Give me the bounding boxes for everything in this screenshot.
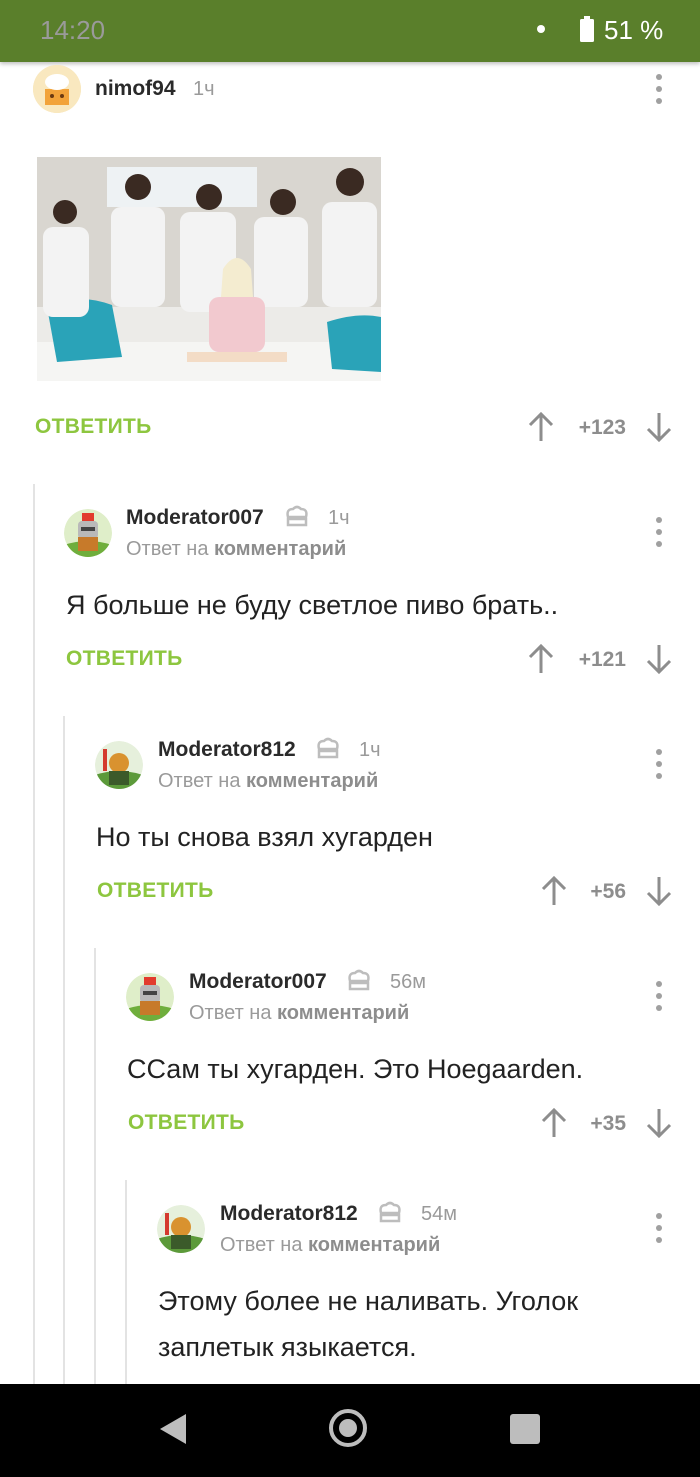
photo-image [37, 157, 381, 381]
downvote-arrow-icon[interactable] [646, 876, 672, 906]
chef-hat-icon [317, 737, 339, 759]
comment-text: Но ты снова взял хугарден [96, 822, 433, 852]
comment-score: +35 [590, 1112, 626, 1135]
reply-to-link[interactable]: комментарий [308, 1234, 440, 1256]
post-author[interactable]: nimof94 [95, 77, 176, 101]
navigation-bar [0, 1384, 700, 1477]
comment-author[interactable]: Moderator812 [220, 1202, 358, 1226]
reply-to-line: Ответ на комментарий [126, 538, 347, 560]
knight-avatar-icon [157, 1205, 205, 1253]
reply-to-link[interactable]: комментарий [246, 770, 378, 792]
chef-hat-icon [379, 1201, 401, 1223]
warrior-avatar-icon [64, 509, 112, 557]
more-options-icon[interactable] [656, 749, 662, 779]
reply-button[interactable]: ОТВЕТИТЬ [66, 647, 183, 671]
avatar[interactable] [126, 973, 174, 1021]
more-options-icon[interactable] [656, 517, 662, 547]
upvote-arrow-icon[interactable] [541, 876, 567, 906]
comment-score: +56 [590, 880, 626, 903]
avatar[interactable] [33, 65, 81, 113]
thread-line [33, 484, 35, 1384]
reply-to-line: Ответ на комментарий [158, 770, 379, 792]
reply-to-line: Ответ на комментарий [220, 1234, 441, 1256]
comment-time: 1ч [359, 739, 381, 761]
more-options-icon[interactable] [656, 1213, 662, 1243]
home-icon[interactable] [329, 1409, 367, 1447]
notification-dot-icon [537, 25, 545, 33]
downvote-arrow-icon[interactable] [646, 412, 672, 442]
comment-score: +121 [578, 648, 626, 671]
downvote-arrow-icon[interactable] [646, 644, 672, 674]
upvote-arrow-icon[interactable] [528, 412, 554, 442]
post-time: 1ч [193, 78, 215, 100]
post-image[interactable] [37, 157, 381, 381]
comment-author[interactable]: Moderator007 [126, 506, 264, 530]
status-time: 14:20 [40, 15, 106, 45]
avatar[interactable] [64, 509, 112, 557]
reply-to-link[interactable]: комментарий [214, 538, 346, 560]
more-options-icon[interactable] [656, 74, 662, 104]
battery-icon [580, 16, 594, 42]
comment-time: 56м [390, 971, 426, 993]
comment-text: ССам ты хугарден. Это Hoegaarden. [127, 1054, 584, 1084]
reply-button[interactable]: ОТВЕТИТЬ [128, 1111, 245, 1135]
comment-text: Я больше не буду светлое пиво брать.. [66, 590, 559, 620]
upvote-arrow-icon[interactable] [541, 1108, 567, 1138]
status-bar: 14:20 51 % [0, 0, 700, 62]
chef-avatar-icon [33, 65, 81, 113]
thread-line [63, 716, 65, 1384]
upvote-arrow-icon[interactable] [528, 644, 554, 674]
chef-hat-icon [286, 505, 308, 527]
recent-apps-icon[interactable] [510, 1414, 540, 1444]
chef-hat-icon [348, 969, 370, 991]
post-score: +123 [578, 416, 626, 439]
comment-author[interactable]: Moderator007 [189, 970, 327, 994]
back-icon[interactable] [158, 1412, 188, 1446]
comment-time: 1ч [328, 507, 350, 529]
battery-percent: 51 % [604, 15, 664, 45]
avatar[interactable] [157, 1205, 205, 1253]
warrior-avatar-icon [126, 973, 174, 1021]
reply-to-link[interactable]: комментарий [277, 1002, 409, 1024]
thread-line [94, 948, 96, 1384]
comment-text: Этому более не наливать. Уголок заплетык… [158, 1286, 579, 1362]
comment-author[interactable]: Moderator812 [158, 738, 296, 762]
reply-button[interactable]: ОТВЕТИТЬ [97, 879, 214, 903]
comment-time: 54м [421, 1203, 457, 1225]
knight-avatar-icon [95, 741, 143, 789]
thread-line [125, 1180, 127, 1384]
downvote-arrow-icon[interactable] [646, 1108, 672, 1138]
avatar[interactable] [95, 741, 143, 789]
reply-button[interactable]: ОТВЕТИТЬ [35, 415, 152, 439]
more-options-icon[interactable] [656, 981, 662, 1011]
reply-to-line: Ответ на комментарий [189, 1002, 410, 1024]
